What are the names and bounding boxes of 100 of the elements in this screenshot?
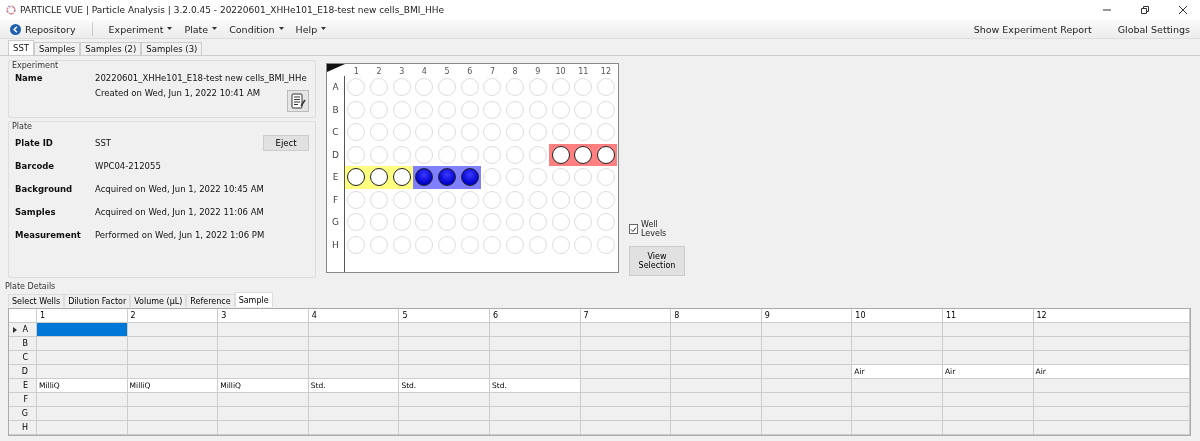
table-cell[interactable] [580, 421, 672, 435]
table-cell[interactable] [489, 351, 581, 365]
table-cell[interactable] [308, 407, 400, 421]
table-cell[interactable] [37, 323, 128, 337]
table-cell[interactable] [1033, 407, 1190, 421]
table-cell[interactable] [308, 393, 400, 407]
table-cell[interactable] [399, 323, 490, 337]
table-cell[interactable] [399, 407, 490, 421]
table-cell[interactable] [1033, 323, 1190, 337]
menu-item[interactable]: Plate [180, 23, 222, 35]
table-cell[interactable] [671, 379, 762, 393]
table-cell[interactable] [1033, 351, 1190, 365]
table-cell[interactable] [218, 323, 309, 337]
table-cell[interactable] [761, 323, 853, 337]
row-header[interactable]: C [9, 351, 37, 365]
table-cell[interactable] [127, 393, 219, 407]
table-cell[interactable] [761, 393, 853, 407]
well-levels-checkbox[interactable]: Well Levels [629, 220, 679, 238]
table-cell[interactable] [671, 365, 762, 379]
table-cell[interactable] [489, 337, 581, 351]
table-cell[interactable] [942, 421, 1034, 435]
menu-item[interactable]: Experiment [104, 23, 177, 35]
menu-item[interactable]: Help [291, 23, 331, 35]
table-cell[interactable] [218, 337, 309, 351]
table-cell[interactable] [399, 351, 490, 365]
table-cell[interactable] [942, 393, 1034, 407]
table-cell[interactable] [1033, 337, 1190, 351]
table-cell[interactable] [399, 421, 490, 435]
table-cell[interactable] [489, 407, 581, 421]
view-selection-button[interactable]: View Selection [629, 246, 685, 276]
table-cell[interactable] [852, 407, 943, 421]
table-cell[interactable] [671, 393, 762, 407]
table-cell[interactable] [761, 365, 853, 379]
table-cell[interactable] [942, 337, 1034, 351]
notes-button[interactable] [287, 90, 309, 112]
table-cell[interactable] [580, 337, 672, 351]
table-cell[interactable] [580, 379, 672, 393]
table-cell[interactable] [308, 351, 400, 365]
table-cell[interactable] [127, 407, 219, 421]
tab[interactable]: Reference [186, 294, 235, 307]
table-cell[interactable] [671, 337, 762, 351]
row-header[interactable]: H [9, 421, 37, 435]
table-cell[interactable] [580, 323, 672, 337]
table-cell[interactable] [218, 351, 309, 365]
table-cell[interactable] [218, 393, 309, 407]
table-cell[interactable] [308, 365, 400, 379]
table-cell[interactable] [37, 351, 128, 365]
eject-button[interactable]: Eject [263, 134, 309, 151]
table-cell[interactable] [761, 407, 853, 421]
table-cell[interactable] [671, 421, 762, 435]
table-cell[interactable] [399, 393, 490, 407]
table-cell[interactable] [127, 337, 219, 351]
restore-icon[interactable] [1140, 5, 1150, 15]
table-cell[interactable] [399, 337, 490, 351]
table-cell[interactable] [37, 393, 128, 407]
tab[interactable]: Samples (3) [141, 42, 203, 55]
table-cell[interactable] [761, 421, 853, 435]
row-header[interactable]: D [9, 365, 37, 379]
row-header[interactable]: B [9, 337, 37, 351]
tab[interactable]: Samples (2) [80, 42, 142, 55]
close-icon[interactable] [1178, 5, 1188, 15]
table-cell[interactable] [37, 365, 128, 379]
tab[interactable]: SST [8, 40, 34, 55]
table-cell[interactable] [761, 337, 853, 351]
table-cell[interactable] [852, 323, 943, 337]
table-cell[interactable] [761, 379, 853, 393]
table-cell[interactable] [761, 351, 853, 365]
table-cell[interactable] [942, 323, 1034, 337]
table-cell[interactable] [942, 351, 1034, 365]
table-cell[interactable] [671, 407, 762, 421]
table-cell[interactable] [580, 407, 672, 421]
row-header[interactable]: G [9, 407, 37, 421]
row-header[interactable]: A [9, 323, 37, 337]
table-cell[interactable] [218, 421, 309, 435]
table-cell[interactable] [489, 323, 581, 337]
table-cell[interactable] [671, 351, 762, 365]
table-cell[interactable] [308, 421, 400, 435]
table-cell[interactable] [308, 337, 400, 351]
table-cell[interactable] [1033, 421, 1190, 435]
tab[interactable]: Dilution Factor [64, 294, 131, 307]
table-cell[interactable] [942, 407, 1034, 421]
table-cell[interactable] [127, 421, 219, 435]
table-cell[interactable] [218, 365, 309, 379]
table-cell[interactable] [580, 393, 672, 407]
table-cell[interactable] [852, 393, 943, 407]
table-cell[interactable] [218, 407, 309, 421]
row-header[interactable]: F [9, 393, 37, 407]
table-cell[interactable] [852, 379, 943, 393]
table-cell[interactable] [671, 323, 762, 337]
table-cell[interactable] [580, 351, 672, 365]
table-cell[interactable] [1033, 393, 1190, 407]
table-cell[interactable] [580, 365, 672, 379]
toolbar-link[interactable]: Global Settings [1113, 23, 1194, 35]
table-cell[interactable] [489, 421, 581, 435]
tab[interactable]: Volume (µL) [130, 294, 187, 307]
table-cell[interactable] [1033, 379, 1190, 393]
table-cell[interactable] [852, 351, 943, 365]
table-cell[interactable] [852, 421, 943, 435]
menu-item[interactable]: Condition [225, 23, 288, 35]
toolbar-link[interactable]: Show Experiment Report [969, 23, 1096, 35]
